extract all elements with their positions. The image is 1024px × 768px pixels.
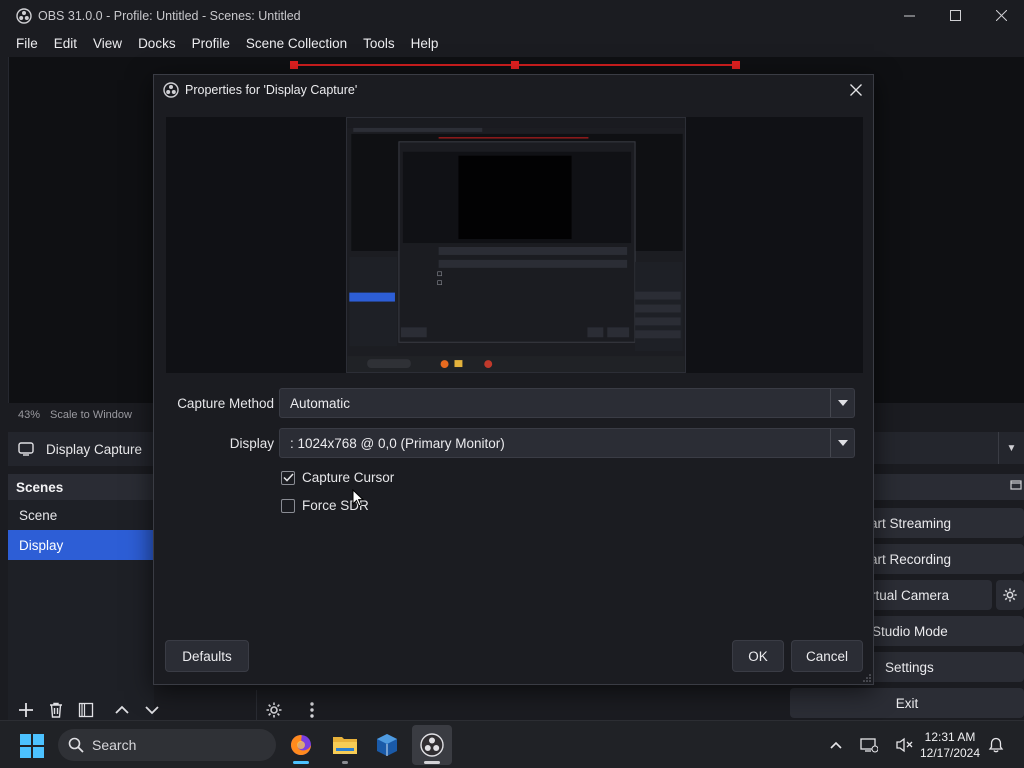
properties-dialog: Properties for 'Display Capture' Capture… — [153, 74, 874, 685]
more-options-icon[interactable] — [300, 698, 324, 722]
start-streaming-label: art Streaming — [870, 515, 952, 531]
resize-handle-top-right[interactable] — [732, 61, 740, 69]
checkbox-unchecked-icon[interactable] — [281, 498, 295, 513]
virtual-camera-settings-icon[interactable] — [996, 580, 1024, 610]
system-tray — [830, 721, 914, 768]
cancel-button[interactable]: Cancel — [791, 640, 863, 672]
file-explorer-icon[interactable] — [325, 725, 365, 765]
maximize-icon[interactable] — [932, 0, 978, 31]
menu-tools[interactable]: Tools — [355, 36, 403, 51]
scenes-dock-header: Scenes — [8, 474, 154, 500]
settings-button[interactable]: Settings — [860, 652, 1024, 682]
clock-time: 12:31 AM — [924, 730, 976, 744]
display-select[interactable]: : 1024x768 @ 0,0 (Primary Monitor) — [279, 428, 855, 458]
chevron-up-icon[interactable] — [830, 741, 842, 749]
window-titlebar: OBS 31.0.0 - Profile: Untitled - Scenes:… — [0, 0, 1024, 31]
firefox-icon[interactable] — [281, 725, 321, 765]
obs-logo-icon — [163, 82, 179, 98]
search-icon — [68, 737, 84, 753]
selected-source-bar[interactable]: Display Capture — [8, 432, 158, 466]
ok-button[interactable]: OK — [732, 640, 784, 672]
capture-method-select[interactable]: Automatic — [279, 388, 855, 418]
chevron-down-icon — [830, 429, 854, 457]
obs-icon[interactable] — [412, 725, 452, 765]
dock-float-icon[interactable] — [1010, 480, 1022, 494]
menu-help[interactable]: Help — [403, 36, 447, 51]
dialog-source-preview — [166, 117, 863, 373]
close-icon[interactable] — [978, 0, 1024, 31]
studio-mode-label: Studio Mode — [872, 623, 948, 639]
studio-mode-button[interactable]: Studio Mode — [860, 616, 1024, 646]
virtual-camera-label: rtual Camera — [871, 587, 950, 603]
menu-docks[interactable]: Docks — [130, 36, 184, 51]
preview-zoom-bar: 43% Scale to Window — [8, 406, 158, 424]
menu-file[interactable]: File — [8, 36, 46, 51]
close-icon[interactable] — [847, 81, 865, 99]
capture-cursor-checkbox[interactable]: Capture Cursor — [281, 470, 394, 485]
resize-handle-top-left[interactable] — [290, 61, 298, 69]
checkbox-checked-icon[interactable] — [281, 470, 295, 485]
defaults-label: Defaults — [182, 648, 232, 664]
chevron-down-icon — [830, 389, 854, 417]
capture-method-label: Capture Method — [177, 396, 274, 411]
resize-grip-icon[interactable] — [863, 674, 871, 682]
minimize-icon[interactable] — [886, 0, 932, 31]
scene-item-display[interactable]: Display — [8, 530, 154, 560]
trash-icon[interactable] — [44, 698, 68, 722]
scene-item-label: Scene — [19, 507, 58, 523]
zoom-level: 43% — [18, 409, 41, 421]
clock-date: 12/17/2024 — [919, 746, 981, 760]
controls-dock-header — [872, 474, 1024, 500]
dialog-titlebar: Properties for 'Display Capture' — [154, 75, 873, 105]
transition-dropdown[interactable]: ▼ — [872, 432, 1024, 464]
menu-scene-collection[interactable]: Scene Collection — [238, 36, 355, 51]
add-icon[interactable] — [14, 698, 38, 722]
scenes-dock: Scenes Scene Display — [8, 474, 154, 724]
display-label: Display — [229, 436, 274, 451]
dialog-title: Properties for 'Display Capture' — [185, 83, 358, 97]
display-value: : 1024x768 @ 0,0 (Primary Monitor) — [290, 435, 505, 451]
scene-item-scene[interactable]: Scene — [8, 500, 154, 530]
scale-mode[interactable]: Scale to Window — [50, 409, 132, 421]
resize-handle-top-center[interactable] — [511, 61, 519, 69]
menu-edit[interactable]: Edit — [46, 36, 85, 51]
menu-profile[interactable]: Profile — [184, 36, 238, 51]
start-recording-button[interactable]: art Recording — [860, 544, 1024, 574]
chevron-down-icon[interactable] — [140, 698, 164, 722]
menu-view[interactable]: View — [85, 36, 130, 51]
chevron-down-icon: ▼ — [998, 432, 1024, 464]
cancel-label: Cancel — [805, 648, 849, 664]
captured-display-thumbnail — [346, 117, 686, 373]
scene-item-label: Display — [19, 537, 64, 553]
window-title: OBS 31.0.0 - Profile: Untitled - Scenes:… — [38, 8, 301, 23]
filter-icon[interactable] — [74, 698, 98, 722]
monitor-icon — [18, 442, 34, 456]
start-streaming-button[interactable]: art Streaming — [860, 508, 1024, 538]
taskbar-search[interactable]: Search — [58, 729, 276, 761]
chevron-up-icon[interactable] — [110, 698, 134, 722]
taskbar-clock[interactable]: 12:31 AM 12/17/2024 — [910, 729, 990, 761]
menu-bar: File Edit View Docks Profile Scene Colle… — [0, 31, 1024, 55]
obs-logo-icon — [16, 7, 32, 24]
virtual-camera-button[interactable]: rtual Camera — [860, 580, 992, 610]
settings-label: Settings — [885, 659, 934, 675]
start-recording-label: art Recording — [870, 551, 952, 567]
capture-cursor-label: Capture Cursor — [302, 470, 395, 485]
capture-method-value: Automatic — [290, 395, 351, 411]
exit-label: Exit — [895, 695, 919, 711]
selected-source-label: Display Capture — [46, 441, 143, 457]
virtualbox-icon[interactable] — [367, 725, 407, 765]
network-icon[interactable] — [860, 737, 878, 753]
gear-icon[interactable] — [262, 698, 286, 722]
windows-taskbar: Search 12:31 AM 12/17/2024 — [0, 720, 1024, 768]
notification-bell-icon[interactable] — [988, 737, 1004, 753]
mouse-cursor-icon — [352, 489, 364, 507]
search-placeholder: Search — [92, 737, 137, 753]
windows-start-icon[interactable] — [20, 734, 44, 758]
defaults-button[interactable]: Defaults — [165, 640, 249, 672]
exit-button[interactable]: Exit — [790, 688, 1024, 718]
ok-label: OK — [748, 648, 768, 664]
